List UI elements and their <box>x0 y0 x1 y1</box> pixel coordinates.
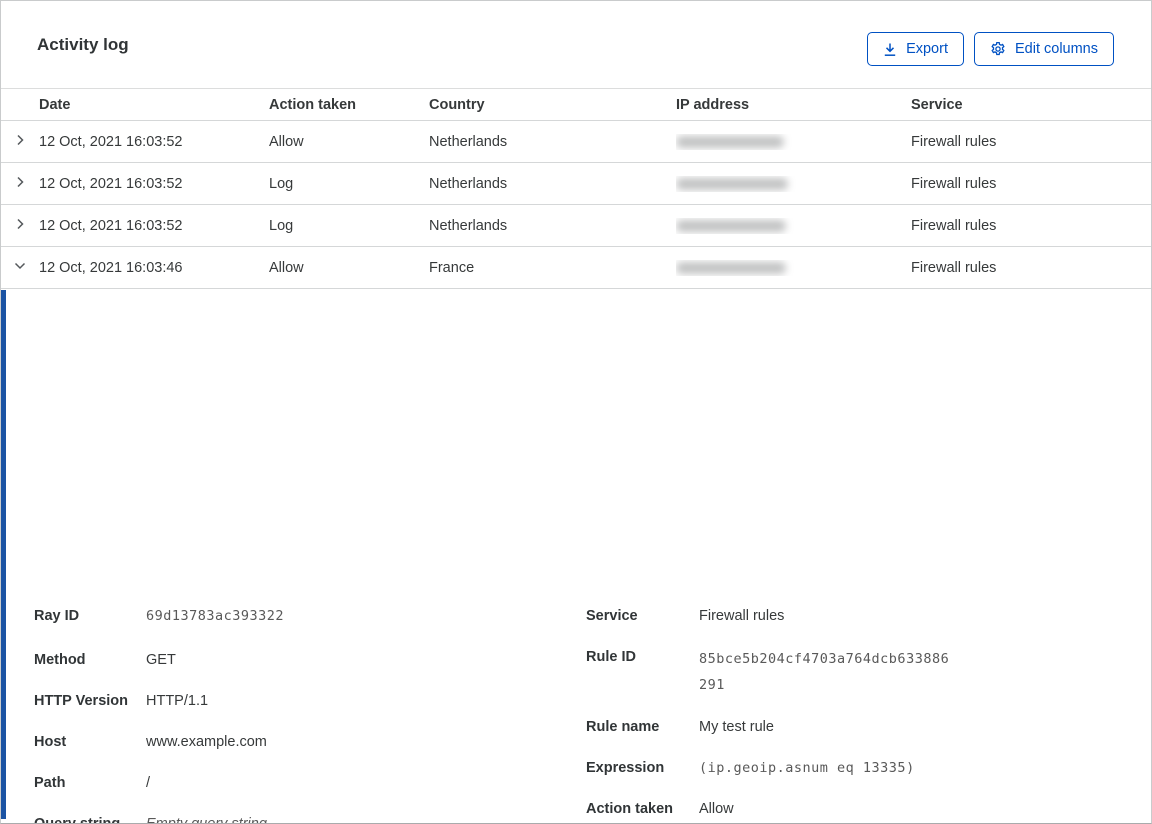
row-service: Firewall rules <box>911 217 997 234</box>
expand-row-button[interactable] <box>11 215 29 236</box>
row-date: 12 Oct, 2021 16:03:46 <box>39 259 183 276</box>
detail-label: Method <box>34 652 86 668</box>
table-header-row: Date Action taken Country IP address Ser… <box>1 88 1151 121</box>
detail-row-rule-id: Rule ID 85bce5b204cf4703a764dcb633886291 <box>586 646 952 698</box>
rule-id-value: 85bce5b204cf4703a764dcb633886291 <box>699 651 950 693</box>
row-country: France <box>429 259 475 276</box>
row-date: 12 Oct, 2021 16:03:52 <box>39 133 183 150</box>
event-detail-panel: Ray ID 69d13783ac393322 Method GET HTTP … <box>1 290 1151 823</box>
row-service: Firewall rules <box>911 133 997 150</box>
row-service: Firewall rules <box>911 175 997 192</box>
row-service: Firewall rules <box>911 259 997 276</box>
redacted-ip-address <box>676 219 786 232</box>
action-taken-value: Allow <box>699 801 734 817</box>
chevron-right-icon <box>13 133 27 150</box>
ray-id-value: 69d13783ac393322 <box>146 608 285 624</box>
expression-value: (ip.geoip.asnum eq 13335) <box>699 760 915 776</box>
activity-log-table: Date Action taken Country IP address Ser… <box>1 88 1151 289</box>
detail-row-http-version: HTTP Version HTTP/1.1 <box>34 690 208 713</box>
column-header-country: Country <box>429 96 485 113</box>
toolbar: Export Edit columns <box>867 32 1114 66</box>
table-row[interactable]: 12 Oct, 2021 16:03:52 Log Netherlands Fi… <box>1 163 1151 205</box>
detail-label: Ray ID <box>34 608 80 624</box>
detail-row-expression: Expression (ip.geoip.asnum eq 13335) <box>586 757 915 780</box>
method-value: GET <box>146 652 176 668</box>
activity-log-panel: Activity log Export Edit columns Date Ac… <box>0 0 1152 824</box>
detail-label: Path <box>34 775 66 791</box>
detail-row-host: Host www.example.com <box>34 731 267 754</box>
row-date: 12 Oct, 2021 16:03:52 <box>39 175 183 192</box>
detail-row-action-taken: Action taken Allow <box>586 798 734 821</box>
row-action-taken: Allow <box>269 259 304 276</box>
export-button-label: Export <box>906 41 948 57</box>
expanded-row-accent-bar <box>1 290 6 819</box>
path-value: / <box>146 775 151 791</box>
detail-label: HTTP Version <box>34 693 129 709</box>
download-icon <box>883 42 897 57</box>
expand-row-button[interactable] <box>11 131 29 152</box>
table-row-expanded[interactable]: 12 Oct, 2021 16:03:46 Allow France Firew… <box>1 247 1151 289</box>
edit-columns-button[interactable]: Edit columns <box>973 32 1114 66</box>
edit-columns-button-label: Edit columns <box>1014 41 1098 57</box>
rule-name-value: My test rule <box>699 719 774 735</box>
query-string-value: Empty query string <box>146 816 267 824</box>
http-version-value: HTTP/1.1 <box>146 693 209 709</box>
row-action-taken: Log <box>269 217 294 234</box>
row-date: 12 Oct, 2021 16:03:52 <box>39 217 183 234</box>
redacted-ip-address <box>676 135 784 148</box>
detail-label: Expression <box>586 760 665 776</box>
column-header-date: Date <box>39 96 71 113</box>
chevron-down-icon <box>13 259 27 276</box>
redacted-ip-address <box>676 261 786 274</box>
page-title: Activity log <box>37 35 129 54</box>
column-header-ip-address: IP address <box>676 96 750 113</box>
table-row[interactable]: 12 Oct, 2021 16:03:52 Log Netherlands Fi… <box>1 205 1151 247</box>
detail-row-path: Path / <box>34 772 150 795</box>
detail-label: Rule ID <box>586 649 636 665</box>
detail-label: Query string <box>34 816 121 824</box>
column-header-service: Service <box>911 96 963 113</box>
detail-row-query-string: Query string Empty query string <box>34 813 267 824</box>
row-country: Netherlands <box>429 217 508 234</box>
export-button[interactable]: Export <box>867 32 964 66</box>
redacted-ip-address <box>676 177 788 190</box>
gear-icon <box>990 41 1006 57</box>
table-row[interactable]: 12 Oct, 2021 16:03:52 Allow Netherlands … <box>1 121 1151 163</box>
chevron-right-icon <box>13 175 27 192</box>
row-country: Netherlands <box>429 133 508 150</box>
expand-row-button[interactable] <box>11 173 29 194</box>
detail-label: Host <box>34 734 67 750</box>
detail-label: Service <box>586 608 638 624</box>
service-value: Firewall rules <box>699 608 785 624</box>
detail-label: Action taken <box>586 801 674 817</box>
row-action-taken: Log <box>269 175 294 192</box>
detail-label: Rule name <box>586 719 660 735</box>
detail-row-ray-id: Ray ID 69d13783ac393322 <box>34 605 284 628</box>
detail-row-method: Method GET <box>34 649 176 672</box>
host-value: www.example.com <box>146 734 267 750</box>
detail-row-rule-name: Rule name My test rule <box>586 716 774 739</box>
chevron-right-icon <box>13 217 27 234</box>
column-header-action-taken: Action taken <box>269 96 357 113</box>
row-country: Netherlands <box>429 175 508 192</box>
row-action-taken: Allow <box>269 133 304 150</box>
detail-row-service: Service Firewall rules <box>586 605 784 628</box>
collapse-row-button[interactable] <box>11 257 29 278</box>
